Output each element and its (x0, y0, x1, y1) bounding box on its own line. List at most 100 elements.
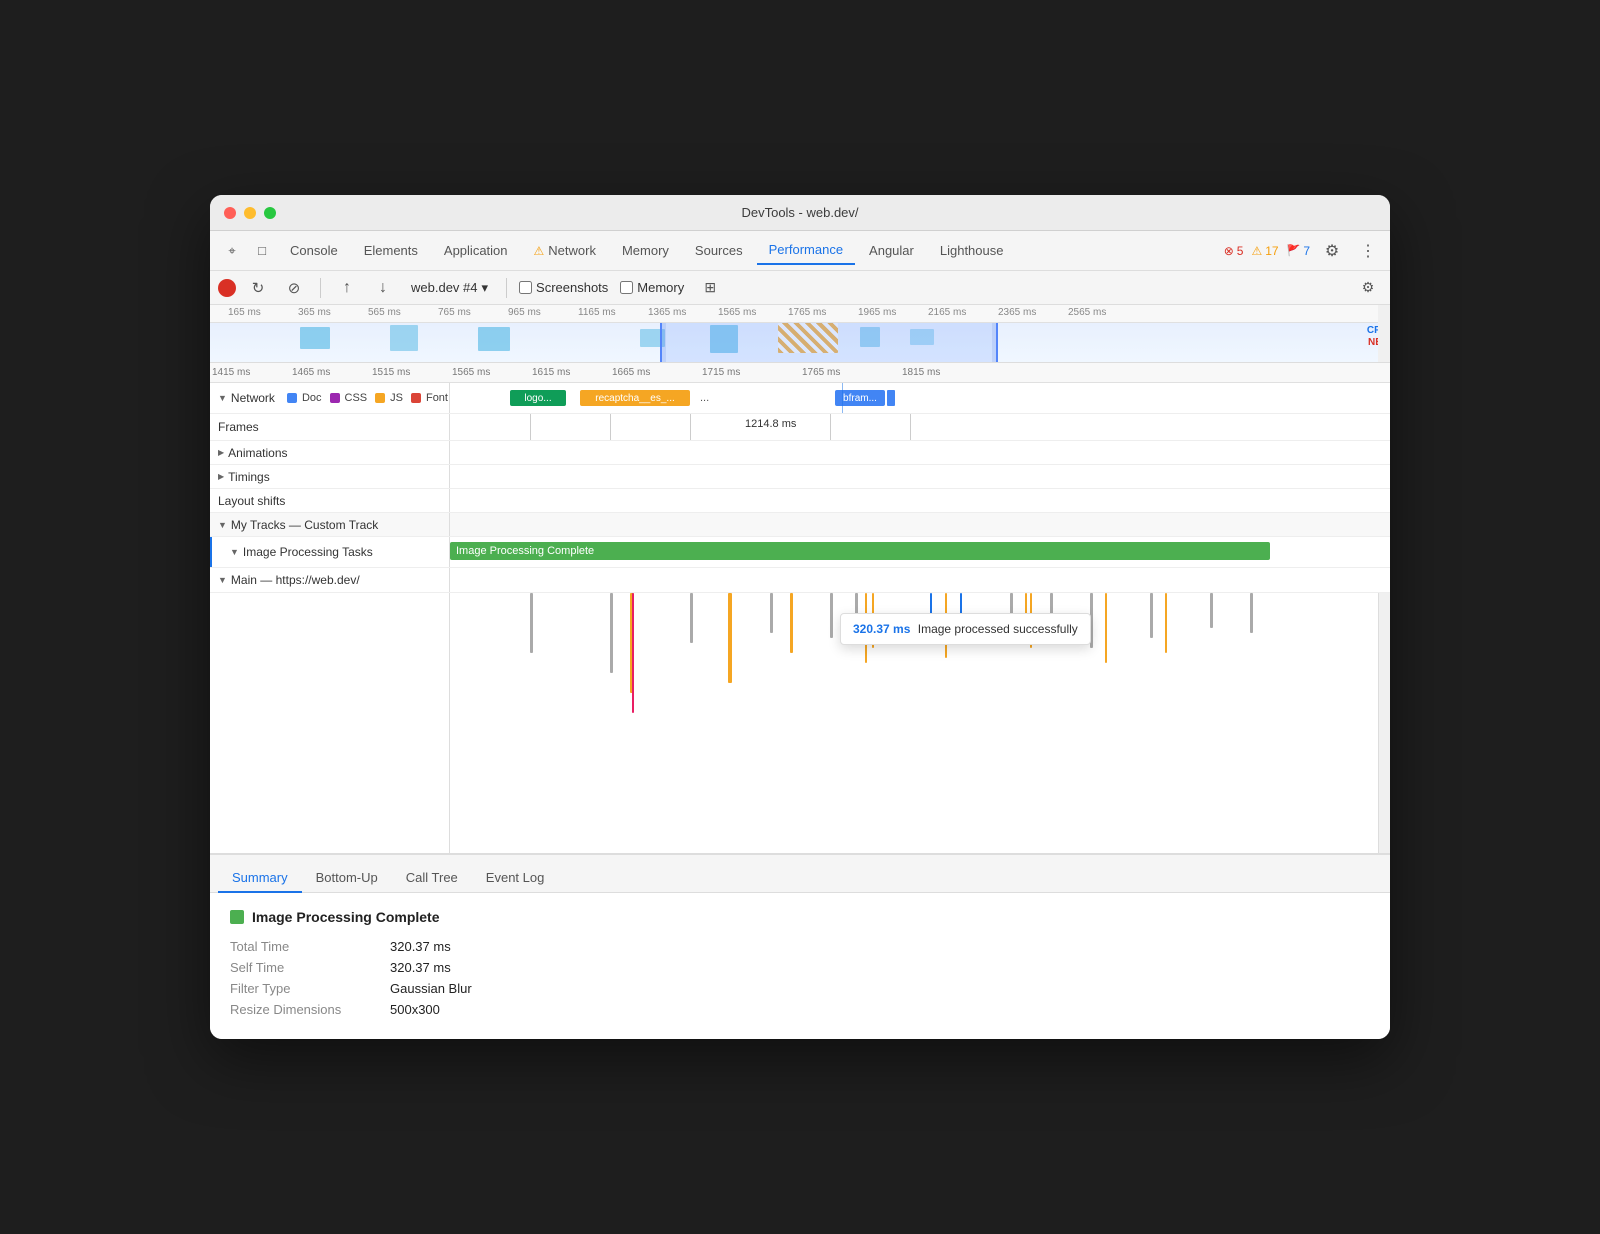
call-stack-2 (610, 593, 613, 673)
timings-triangle: ▶ (218, 472, 224, 481)
legend-js: JS (375, 392, 403, 404)
tab-angular[interactable]: Angular (857, 237, 926, 264)
minimize-button[interactable] (244, 207, 256, 219)
tick-765: 765 ms (438, 307, 471, 318)
css-color (330, 393, 340, 403)
perf-settings-icon[interactable]: ⚙ (1354, 274, 1382, 302)
custom-track-header-row: ▼ My Tracks — Custom Track (210, 513, 1390, 537)
tick-2165: 2165 ms (928, 307, 966, 318)
layout-shifts-content (450, 489, 1390, 512)
bottom-panel: Summary Bottom-Up Call Tree Event Log Im… (210, 853, 1390, 1039)
timings-content (450, 465, 1390, 488)
image-processing-label[interactable]: ▼ Image Processing Tasks (210, 537, 450, 567)
more-icon[interactable]: ⋮ (1354, 237, 1382, 265)
main-tick-1615: 1615 ms (532, 367, 570, 378)
call-stack-1 (530, 593, 533, 653)
selection-left-handle[interactable] (660, 323, 666, 362)
selection-right-handle[interactable] (992, 323, 998, 362)
network-track-content: logo... recaptcha__es_... ... bfram... (450, 383, 1390, 413)
call-stacks-area: 320.37 ms Image processed successfully (210, 593, 1390, 853)
tick-1365: 1365 ms (648, 307, 686, 318)
network-bar-bframe-end (887, 390, 895, 406)
clear-icon[interactable]: ⊘ (280, 274, 308, 302)
tab-bottom-up[interactable]: Bottom-Up (302, 864, 392, 893)
memory-check[interactable] (620, 281, 633, 294)
layout-shifts-label[interactable]: Layout shifts (210, 489, 450, 512)
tab-event-log[interactable]: Event Log (472, 864, 559, 893)
legend-doc: Doc (287, 392, 322, 404)
settings-icon[interactable]: ⚙ (1318, 237, 1346, 265)
image-processing-bar[interactable]: Image Processing Complete (450, 542, 1270, 560)
timeline-selection[interactable] (660, 323, 998, 362)
close-button[interactable] (224, 207, 236, 219)
main-thread-triangle: ▼ (218, 575, 227, 585)
timeline-chart[interactable] (210, 323, 1378, 362)
tab-elements[interactable]: Elements (352, 237, 430, 264)
download-icon[interactable]: ↓ (369, 274, 397, 302)
chevron-down-icon: ▾ (482, 280, 489, 296)
tick-1165: 1165 ms (578, 307, 616, 318)
tab-performance[interactable]: Performance (757, 236, 855, 265)
tab-network[interactable]: ⚠ Network (522, 237, 608, 264)
frame-tick-4 (830, 414, 831, 440)
tick-1965: 1965 ms (858, 307, 896, 318)
bottom-tabs: Summary Bottom-Up Call Tree Event Log (210, 855, 1390, 893)
network-bar-logo[interactable]: logo... (510, 390, 566, 406)
call-stack-10 (1150, 593, 1153, 638)
tab-memory[interactable]: Memory (610, 237, 681, 264)
main-tick-1565: 1565 ms (452, 367, 490, 378)
tick-365: 365 ms (298, 307, 331, 318)
info-badge: 🚩 7 (1287, 244, 1310, 258)
tick-1765: 1765 ms (788, 307, 826, 318)
reload-icon[interactable]: ↻ (244, 274, 272, 302)
main-tick-1415: 1415 ms (212, 367, 250, 378)
tab-console[interactable]: Console (278, 237, 350, 264)
screenshots-check[interactable] (519, 281, 532, 294)
call-stack-yellow-10 (1165, 593, 1167, 653)
timings-label[interactable]: ▶ Timings (210, 465, 450, 488)
font-color (411, 393, 421, 403)
collapse-triangle: ▼ (218, 393, 227, 403)
screenshots-checkbox[interactable]: Screenshots (519, 280, 608, 295)
main-thread-content (450, 568, 1390, 592)
cursor-icon[interactable]: ⌖ (218, 237, 246, 265)
devtools-window: DevTools - web.dev/ ⌖ □ Console Elements… (210, 195, 1390, 1039)
legend-css: CSS (330, 392, 368, 404)
legend-font: Font (411, 392, 448, 404)
layout-shifts-row: Layout shifts (210, 489, 1390, 513)
profile-selector[interactable]: web.dev #4 ▾ (405, 278, 494, 298)
js-color (375, 393, 385, 403)
timeline-ruler: 165 ms 365 ms 565 ms 765 ms 965 ms 1165 … (210, 305, 1390, 323)
record-button[interactable] (218, 279, 236, 297)
tab-lighthouse[interactable]: Lighthouse (928, 237, 1016, 264)
memory-checkbox[interactable]: Memory (620, 280, 684, 295)
tab-application[interactable]: Application (432, 237, 520, 264)
tab-summary[interactable]: Summary (218, 864, 302, 893)
network-bar-recaptcha[interactable]: recaptcha__es_... (580, 390, 690, 406)
right-scrollbar[interactable] (1378, 593, 1390, 853)
animations-label[interactable]: ▶ Animations (210, 441, 450, 464)
main-tick-1515: 1515 ms (372, 367, 410, 378)
custom-track-header-label[interactable]: ▼ My Tracks — Custom Track (210, 513, 450, 536)
summary-resize-dimensions: Resize Dimensions 500x300 (230, 1002, 1370, 1017)
tab-call-tree[interactable]: Call Tree (392, 864, 472, 893)
selected-bar-indicator (210, 537, 212, 567)
tab-sources[interactable]: Sources (683, 237, 755, 264)
main-toolbar: ⌖ □ Console Elements Application ⚠ Netwo… (210, 231, 1390, 271)
animations-track-row: ▶ Animations (210, 441, 1390, 465)
frames-label[interactable]: Frames (210, 414, 450, 440)
frames-track-row: Frames 1214.8 ms (210, 414, 1390, 441)
memory-gauge-icon[interactable]: ⊞ (696, 274, 724, 302)
maximize-button[interactable] (264, 207, 276, 219)
upload-icon[interactable]: ↑ (333, 274, 361, 302)
custom-track-header-content (450, 513, 1390, 536)
warn-icon: ⚠ (534, 244, 545, 258)
summary-total-time: Total Time 320.37 ms (230, 939, 1370, 954)
timeline-scrollbar[interactable] (1378, 305, 1390, 362)
tick-965: 965 ms (508, 307, 541, 318)
network-track-label[interactable]: ▼ Network Doc CSS JS Font (210, 383, 450, 413)
main-area: 1415 ms 1465 ms 1515 ms 1565 ms 1615 ms … (210, 363, 1390, 853)
summary-panel: Image Processing Complete Total Time 320… (210, 893, 1390, 1039)
device-toggle-icon[interactable]: □ (248, 237, 276, 265)
main-thread-label[interactable]: ▼ Main — https://web.dev/ (210, 568, 450, 592)
